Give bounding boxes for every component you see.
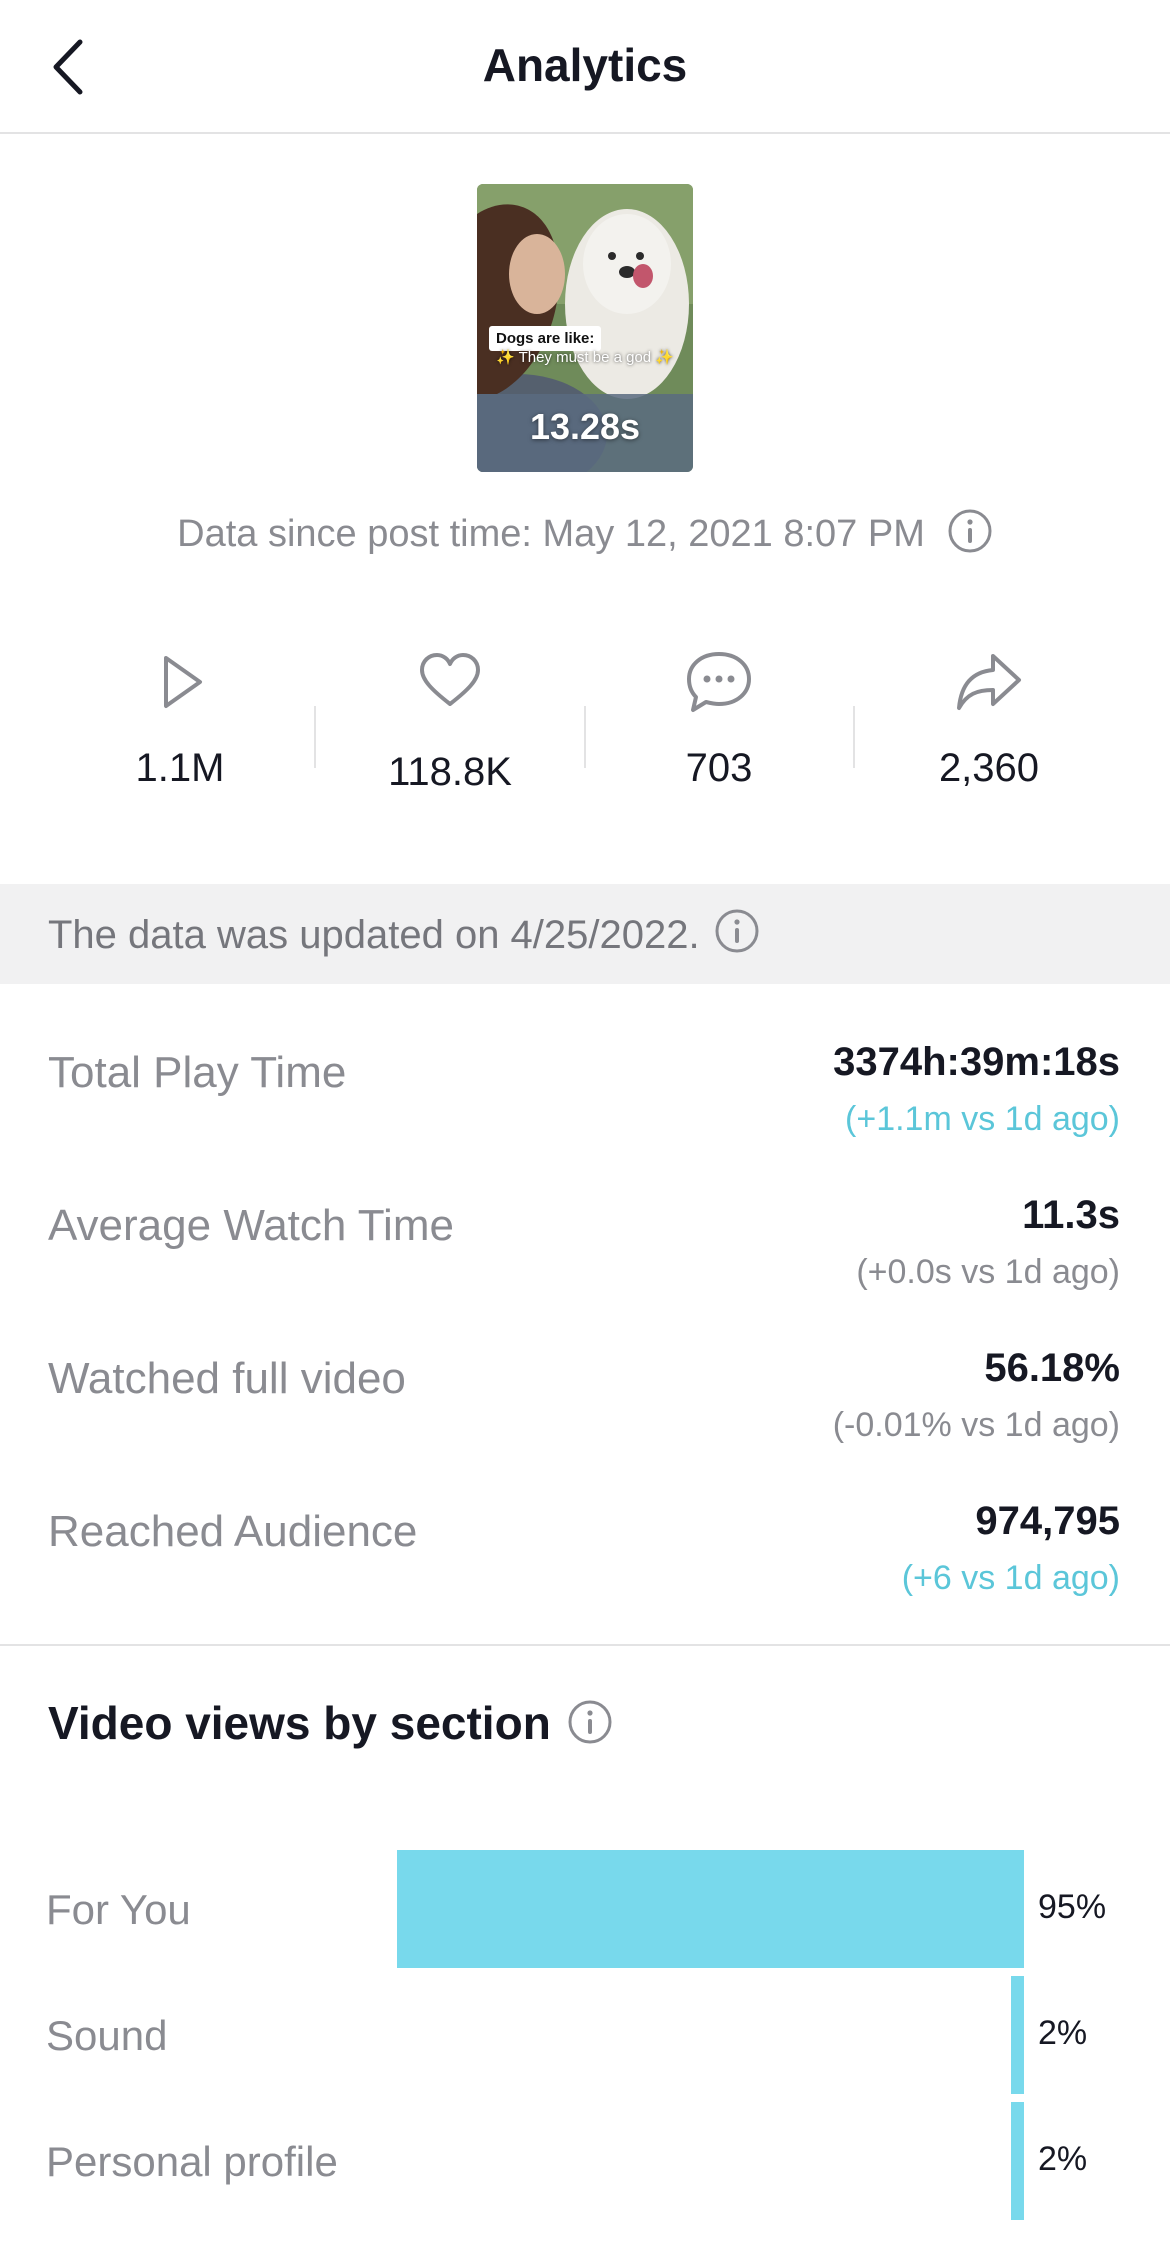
section-label: Sound: [46, 2012, 168, 2059]
metric-label: Watched full video: [48, 1354, 406, 1403]
likes-count: 118.8K: [388, 750, 512, 794]
shares-count: 2,360: [938, 746, 1040, 790]
views-section-row: Personal profile 2%: [0, 2102, 1170, 2220]
header-bar: Analytics: [0, 0, 1170, 134]
section-percent: 95%: [1038, 1888, 1107, 1926]
metric-total-play-time: Total Play Time 3374h:39m:18s (+1.1m vs …: [0, 1026, 1170, 1176]
stat-likes: 118.8K: [315, 640, 585, 810]
stat-shares: 2,360: [854, 640, 1124, 810]
share-icon: [957, 654, 1021, 710]
stat-divider: [314, 706, 316, 768]
section-bar: [1011, 2102, 1024, 2220]
section-bar: [1011, 1976, 1024, 2094]
heart-icon: [420, 653, 480, 706]
metric-value: 56.18%: [984, 1346, 1120, 1390]
metric-label: Average Watch Time: [48, 1201, 454, 1250]
metric-reached-audience: Reached Audience 974,795 (+6 vs 1d ago): [0, 1485, 1170, 1635]
views-section-row: Sound 2%: [0, 1976, 1170, 2094]
play-icon: [164, 656, 202, 708]
metric-value: 3374h:39m:18s: [833, 1040, 1120, 1084]
comment-icon: [687, 652, 751, 712]
views-section-row: For You 95%: [0, 1850, 1170, 1968]
video-thumbnail[interactable]: Dogs are like: ✨ They must be a god ✨ 13…: [477, 184, 693, 472]
stat-views: 1.1M: [45, 640, 315, 810]
views-count: 1.1M: [135, 746, 225, 790]
section-percent: 2%: [1038, 2014, 1088, 2052]
stat-comments: 703: [584, 640, 854, 810]
data-updated-text: The data was updated on 4/25/2022.: [48, 908, 760, 964]
video-caption-line: ✨ They must be a god ✨: [496, 349, 674, 366]
page-title: Analytics: [482, 39, 688, 91]
metric-watched-full-video: Watched full video 56.18% (-0.01% vs 1d …: [0, 1332, 1170, 1482]
stat-divider: [584, 706, 586, 768]
section-divider: [0, 1644, 1170, 1646]
info-icon[interactable]: [947, 508, 993, 564]
stat-divider: [853, 706, 855, 768]
metric-label: Total Play Time: [48, 1048, 347, 1097]
metric-delta: (+1.1m vs 1d ago): [845, 1100, 1120, 1138]
metric-delta: (+6 vs 1d ago): [901, 1559, 1120, 1597]
metric-delta: (+0.0s vs 1d ago): [856, 1253, 1120, 1291]
metric-delta: (-0.01% vs 1d ago): [832, 1406, 1120, 1444]
comments-count: 703: [685, 746, 753, 790]
section-label: For You: [46, 1886, 191, 1933]
post-time-text: Data since post time: May 12, 2021 8:07 …: [177, 513, 925, 555]
metric-average-watch-time: Average Watch Time 11.3s (+0.0s vs 1d ag…: [0, 1179, 1170, 1329]
section-label: Personal profile: [46, 2138, 338, 2185]
info-icon[interactable]: [714, 908, 760, 964]
data-updated-banner: The data was updated on 4/25/2022.: [0, 884, 1170, 984]
post-time-row: Data since post time: May 12, 2021 8:07 …: [0, 508, 1170, 564]
video-duration: 13.28s: [529, 406, 641, 447]
section-bar: [397, 1850, 1024, 1968]
section-title: Video views by section: [48, 1696, 613, 1756]
info-icon[interactable]: [567, 1699, 613, 1756]
metric-value: 11.3s: [1022, 1193, 1120, 1237]
metric-label: Reached Audience: [48, 1507, 418, 1556]
section-percent: 2%: [1038, 2140, 1088, 2178]
metric-value: 974,795: [975, 1499, 1120, 1543]
